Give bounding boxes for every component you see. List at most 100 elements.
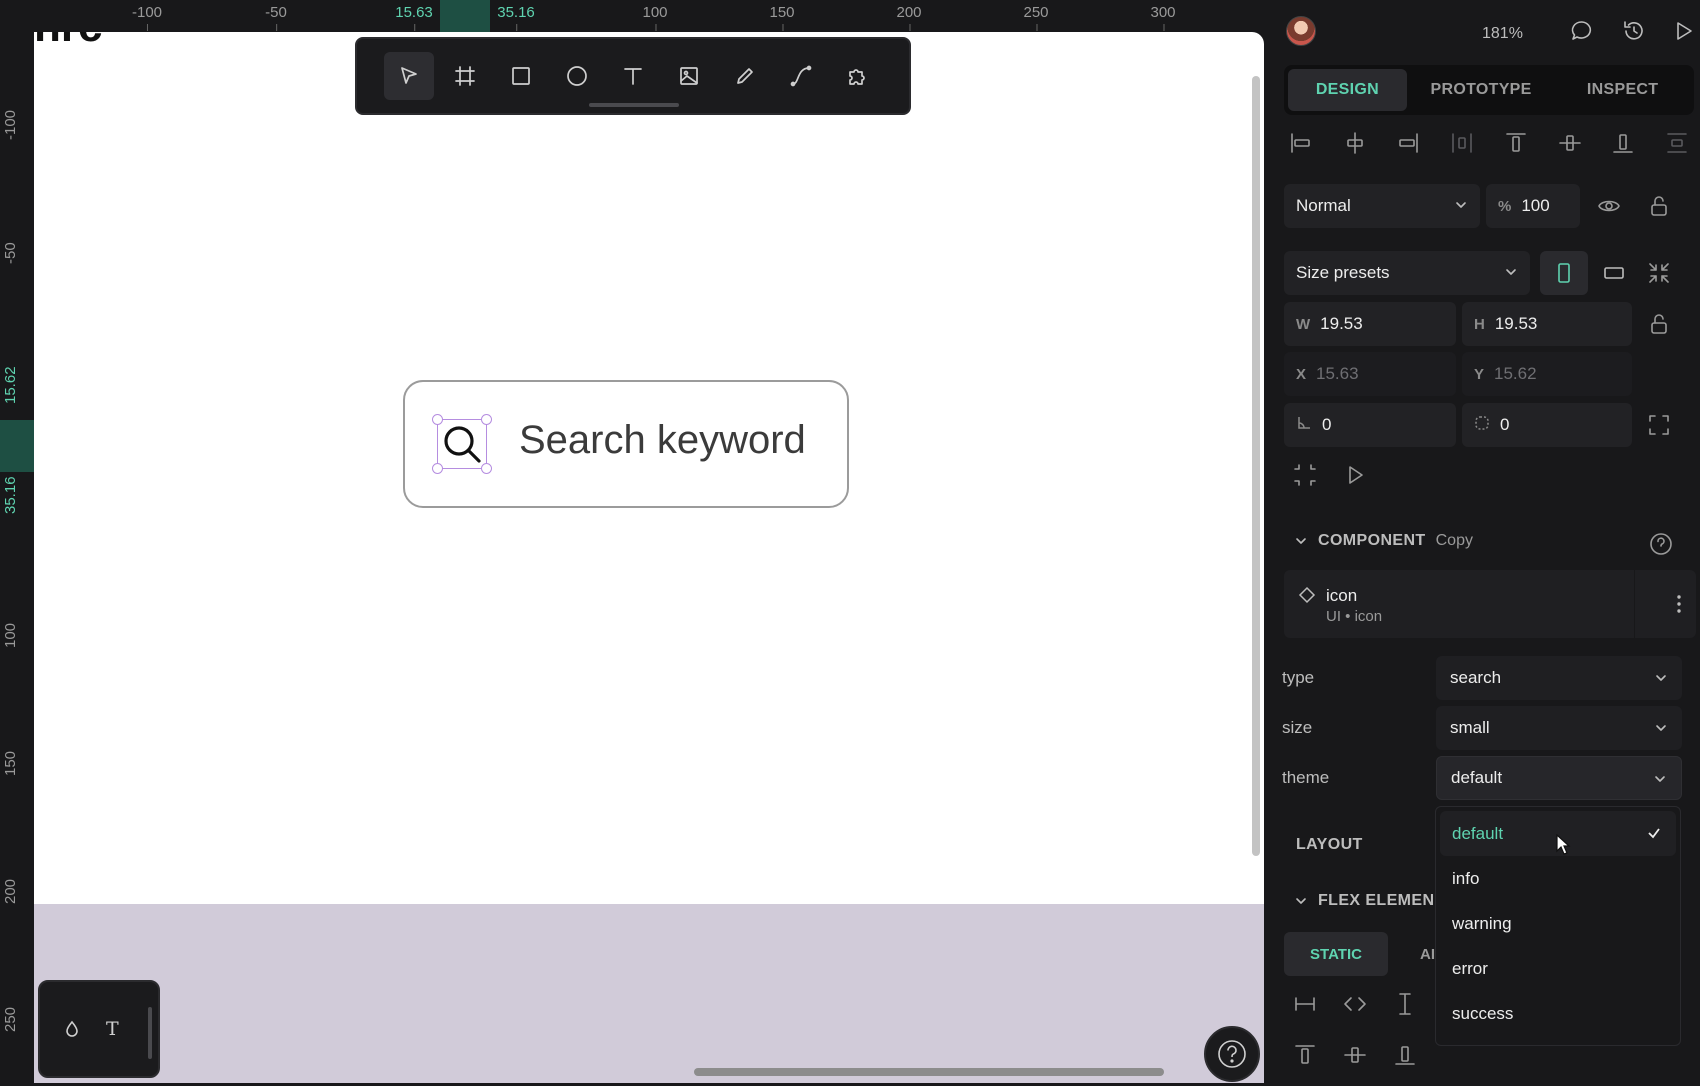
flex-width-button[interactable] — [1292, 991, 1318, 1017]
independent-corners-button[interactable] — [1646, 412, 1672, 438]
canvas-horizontal-scrollbar[interactable] — [694, 1068, 1164, 1076]
distribute-v-button[interactable] — [1664, 130, 1690, 170]
ellipse-tool-button[interactable] — [552, 52, 602, 100]
x-label: X — [1296, 365, 1307, 383]
blend-mode-select[interactable]: Normal — [1284, 184, 1480, 228]
show-in-view-mode-button[interactable] — [1342, 462, 1368, 488]
prop-type-value: search — [1450, 668, 1502, 687]
chevron-down-icon — [1656, 675, 1666, 681]
proportion-lock-button[interactable] — [1646, 311, 1672, 337]
text-style-icon[interactable]: T — [106, 1018, 119, 1040]
y-position-field[interactable]: Y 15.62 — [1462, 352, 1632, 396]
width-field[interactable]: W 19.53 — [1284, 302, 1456, 346]
pencil-tool-button[interactable] — [720, 52, 770, 100]
flex-align-top-button[interactable] — [1292, 1042, 1318, 1068]
tab-design[interactable]: DESIGN — [1288, 69, 1407, 111]
resize-handle-top-right[interactable] — [481, 414, 492, 425]
zoom-level[interactable]: 181% — [1482, 25, 1523, 43]
height-field[interactable]: H 19.53 — [1462, 302, 1632, 346]
rectangle-tool-button[interactable] — [496, 52, 546, 100]
theme-option-info[interactable]: info — [1440, 856, 1676, 901]
align-top-icon — [1506, 133, 1526, 152]
align-left-button[interactable] — [1288, 130, 1314, 170]
move-tool-button[interactable] — [384, 52, 434, 100]
prop-size-select[interactable]: small — [1436, 706, 1682, 750]
toolbar-drag-handle[interactable] — [589, 103, 679, 107]
more-vertical-icon[interactable] — [1676, 594, 1682, 614]
clip-content-button[interactable] — [1292, 462, 1318, 488]
fit-content-button[interactable] — [1646, 260, 1672, 286]
flex-height-button[interactable] — [1392, 991, 1418, 1017]
chevron-down-icon — [1296, 898, 1306, 904]
align-right-button[interactable] — [1395, 130, 1421, 170]
fill-drop-icon[interactable] — [62, 1019, 82, 1039]
ruler-tick: -100 — [131, 4, 163, 31]
board-icon — [455, 66, 475, 86]
layout-section-title[interactable]: LAYOUT — [1296, 836, 1363, 854]
tab-inspect[interactable]: INSPECT — [1555, 69, 1690, 111]
flex-element-section-header[interactable]: FLEX ELEMEN — [1294, 892, 1434, 910]
opacity-value: 100 — [1521, 196, 1550, 215]
component-section-sub: Copy — [1435, 532, 1473, 549]
search-box-component[interactable]: Search keyword — [403, 380, 849, 508]
toggle-visibility-button[interactable] — [1596, 193, 1622, 219]
path-tool-button[interactable] — [776, 52, 826, 100]
y-label: Y — [1474, 365, 1485, 383]
width-label: W — [1296, 315, 1311, 333]
canvas-text-fragment[interactable]: nrc — [34, 32, 102, 52]
flex-align-bottom-button[interactable] — [1392, 1042, 1418, 1068]
theme-option-success[interactable]: success — [1440, 991, 1676, 1036]
play-icon — [1677, 22, 1692, 40]
opacity-label: % — [1498, 197, 1512, 215]
search-placeholder-text[interactable]: Search keyword — [519, 418, 806, 463]
component-card[interactable]: icon UI • icon — [1284, 570, 1696, 638]
text-tool-button[interactable] — [608, 52, 658, 100]
theme-option-error[interactable]: error — [1440, 946, 1676, 991]
align-h-center-button[interactable] — [1342, 130, 1368, 170]
pencil-icon — [737, 68, 753, 84]
user-avatar[interactable] — [1286, 16, 1316, 46]
question-circle-icon — [1650, 533, 1672, 555]
toggle-lock-button[interactable] — [1646, 193, 1672, 219]
component-help-button[interactable] — [1648, 531, 1672, 555]
radius-field[interactable]: 0 — [1462, 403, 1632, 447]
align-v-center-button[interactable] — [1557, 130, 1583, 170]
prop-theme-select[interactable]: default — [1436, 756, 1682, 800]
design-canvas[interactable]: nrc Search keyword T — [34, 32, 1264, 1083]
plugins-tool-button[interactable] — [832, 52, 882, 100]
help-button[interactable] — [1204, 1026, 1260, 1082]
resize-handle-top-left[interactable] — [432, 414, 443, 425]
rotation-field[interactable]: 0 — [1284, 403, 1456, 447]
ruler-tick: 200 — [896, 4, 922, 31]
position-absolute-tab[interactable]: AI — [1420, 946, 1435, 963]
play-prototype-button[interactable] — [1672, 19, 1696, 43]
resize-handle-bottom-left[interactable] — [432, 463, 443, 474]
canvas-board-lower[interactable] — [34, 904, 1264, 1083]
mini-toolbar-scrollbar[interactable] — [148, 1007, 152, 1059]
board-tool-button[interactable] — [440, 52, 490, 100]
comments-button[interactable] — [1570, 19, 1594, 43]
size-presets-select[interactable]: Size presets — [1284, 251, 1530, 295]
canvas-vertical-scrollbar[interactable] — [1252, 76, 1260, 856]
orientation-portrait-button[interactable] — [1540, 251, 1588, 295]
resize-handle-bottom-right[interactable] — [481, 463, 492, 474]
x-position-field[interactable]: X 15.63 — [1284, 352, 1456, 396]
flex-code-button[interactable] — [1342, 991, 1368, 1017]
align-bottom-button[interactable] — [1610, 130, 1636, 170]
flex-align-middle-button[interactable] — [1342, 1042, 1368, 1068]
align-top-button[interactable] — [1503, 130, 1529, 170]
crop-frame-icon — [1294, 464, 1316, 486]
history-button[interactable] — [1622, 19, 1646, 43]
component-section-header[interactable]: COMPONENT Copy — [1294, 532, 1473, 550]
opacity-field[interactable]: % 100 — [1486, 184, 1580, 228]
theme-option-label: error — [1452, 958, 1488, 978]
image-tool-button[interactable] — [664, 52, 714, 100]
tab-prototype[interactable]: PROTOTYPE — [1407, 69, 1556, 111]
orientation-landscape-button[interactable] — [1590, 251, 1638, 295]
theme-option-warning[interactable]: warning — [1440, 901, 1676, 946]
distribute-h-button[interactable] — [1449, 130, 1475, 170]
position-static-tab[interactable]: STATIC — [1284, 932, 1388, 976]
selected-search-icon-layer[interactable] — [432, 414, 492, 474]
prop-type-select[interactable]: search — [1436, 656, 1682, 700]
ruler-tick: 250 — [1023, 4, 1049, 31]
